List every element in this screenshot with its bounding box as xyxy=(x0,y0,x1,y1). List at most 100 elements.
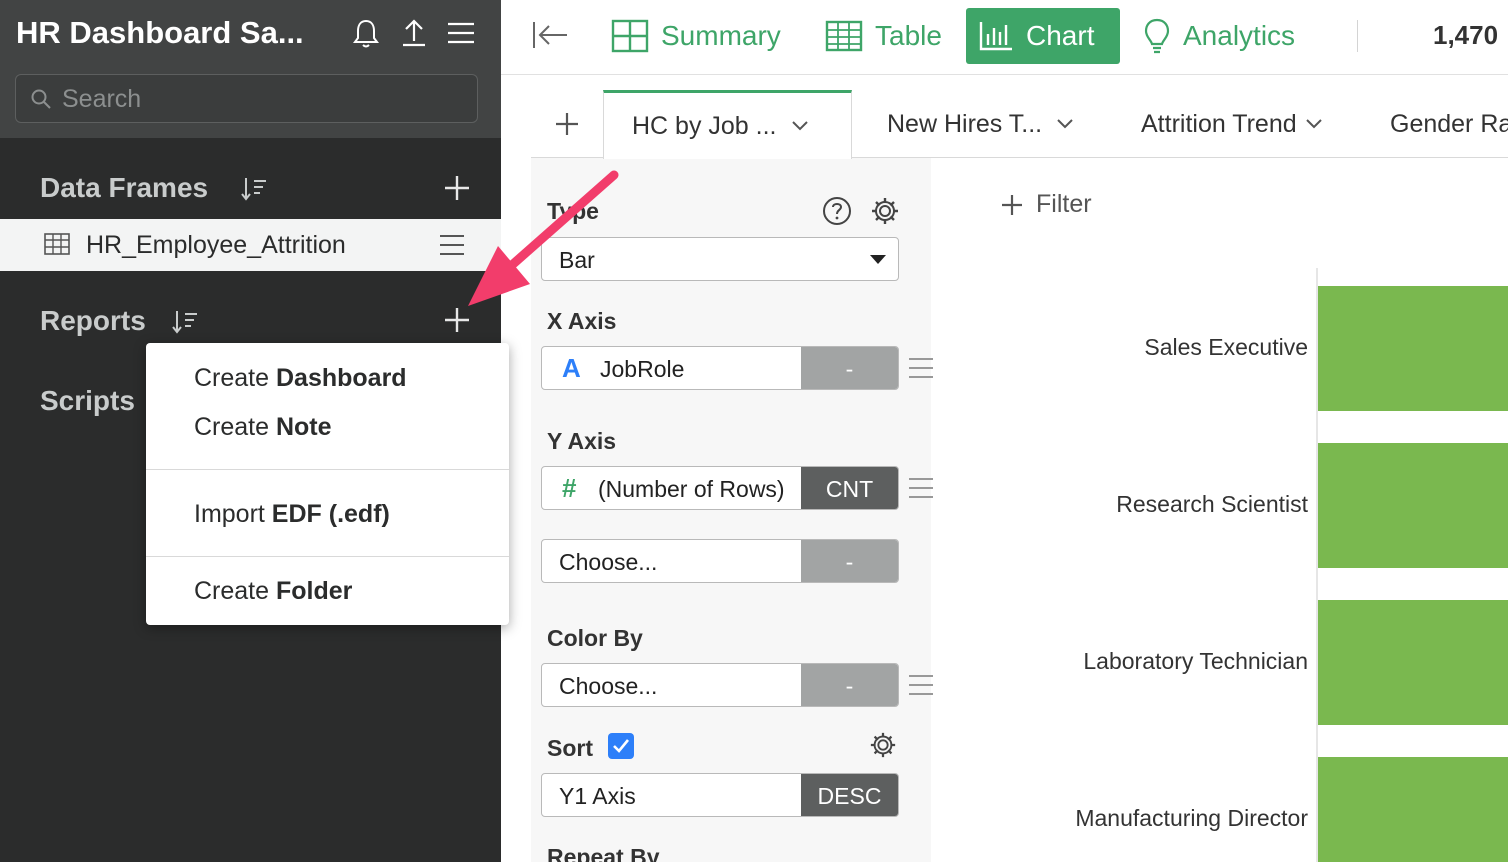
menu-divider xyxy=(146,469,509,470)
category-label: Sales Executive xyxy=(1144,334,1308,360)
table-icon xyxy=(44,233,70,255)
table-button[interactable]: Table xyxy=(813,8,954,64)
chart-tabs: HC by Job ... New Hires T... Attrition T… xyxy=(531,90,1508,159)
number-type-icon: # xyxy=(562,473,577,503)
chart-label: Chart xyxy=(1026,20,1095,51)
table-view-icon xyxy=(825,20,863,52)
collapse-sidebar-icon[interactable] xyxy=(531,20,569,50)
filter-label: Filter xyxy=(1036,190,1092,218)
row-count: 1,470 xyxy=(1433,20,1499,50)
top-toolbar: Summary Table Chart Analytics 1,470 xyxy=(501,0,1508,75)
search-field[interactable] xyxy=(15,74,478,123)
data-frame-item[interactable]: HR_Employee_Attrition xyxy=(0,219,501,271)
data-frames-title: Data Frames xyxy=(40,172,209,203)
x-axis-label: X Axis xyxy=(547,308,617,334)
add-data-frame-button[interactable] xyxy=(439,170,475,206)
filter-button[interactable]: Filter xyxy=(1000,190,1092,219)
repeat-by-label: Repeat By xyxy=(547,844,660,862)
add-chart-tab-button[interactable] xyxy=(531,90,603,158)
tab-hc-by-job[interactable]: HC by Job ... xyxy=(603,90,852,159)
analytics-button[interactable]: Analytics xyxy=(1131,8,1307,64)
scripts-title: Scripts xyxy=(40,385,135,416)
menu-divider xyxy=(146,556,509,557)
summary-label: Summary xyxy=(661,20,781,51)
gear-icon[interactable] xyxy=(870,196,900,226)
menu-icon[interactable] xyxy=(445,16,477,50)
tab-attrition-trend[interactable]: Attrition Trend xyxy=(1141,90,1323,158)
sidebar-header: HR Dashboard Sa... xyxy=(0,0,501,138)
sort-settings-gear-icon[interactable] xyxy=(869,731,897,759)
y-axis-label: Y Axis xyxy=(547,428,617,454)
chevron-down-icon xyxy=(791,121,808,131)
y2-axis-field[interactable]: Choose... - xyxy=(541,539,899,583)
menu-create-dashboard[interactable]: Create Dashboard xyxy=(194,364,407,393)
chart-button[interactable]: Chart xyxy=(966,8,1120,64)
tab-gender-ratio[interactable]: Gender Ra xyxy=(1390,90,1508,158)
category-label: Manufacturing Director xyxy=(1075,805,1308,831)
sort-label: Sort xyxy=(547,735,593,761)
bar[interactable] xyxy=(1318,600,1508,725)
plus-icon xyxy=(445,176,469,200)
y-axis-field-name: (Number of Rows) xyxy=(598,476,785,502)
type-label: Type xyxy=(547,198,599,224)
plus-icon xyxy=(445,308,469,332)
table-label: Table xyxy=(875,20,942,51)
create-menu: Create Dashboard Create Note Import EDF … xyxy=(146,343,509,625)
menu-create-folder[interactable]: Create Folder xyxy=(194,577,352,606)
search-icon xyxy=(31,89,51,109)
tab-new-hires[interactable]: New Hires T... xyxy=(887,90,1074,158)
sort-field-name: Y1 Axis xyxy=(559,783,636,809)
add-report-button[interactable] xyxy=(439,302,475,338)
reports-title: Reports xyxy=(40,305,146,336)
summary-button[interactable]: Summary xyxy=(599,8,793,64)
x-axis-field[interactable]: A JobRole - xyxy=(541,346,899,390)
data-frame-menu-icon[interactable] xyxy=(438,233,466,257)
bar[interactable] xyxy=(1318,757,1508,862)
chevron-down-icon xyxy=(1305,119,1322,129)
category-label: Laboratory Technician xyxy=(1083,648,1308,674)
chevron-down-icon xyxy=(1057,119,1073,129)
checkmark-icon xyxy=(613,739,630,753)
help-icon[interactable] xyxy=(822,196,852,226)
x-axis-field-name: JobRole xyxy=(600,356,685,382)
upload-icon[interactable] xyxy=(398,16,430,50)
app-title[interactable]: HR Dashboard Sa... xyxy=(16,15,304,51)
summary-icon xyxy=(611,19,649,53)
data-frame-name: HR_Employee_Attrition xyxy=(86,231,346,259)
search-input[interactable] xyxy=(62,83,462,115)
sort-icon[interactable] xyxy=(240,176,268,202)
y-axis-menu-icon[interactable] xyxy=(908,477,934,499)
y-axis-aggregation[interactable]: CNT xyxy=(801,467,898,509)
lightbulb-icon xyxy=(1144,18,1170,54)
bar[interactable] xyxy=(1318,286,1508,411)
sort-order[interactable]: DESC xyxy=(801,774,898,816)
plus-icon xyxy=(1002,194,1022,215)
menu-import-edf[interactable]: Import EDF (.edf) xyxy=(194,500,390,529)
x-axis-menu-icon[interactable] xyxy=(908,357,934,379)
color-by-field-name: Choose... xyxy=(559,673,658,699)
chart-type-select[interactable]: Bar xyxy=(541,237,899,281)
bar[interactable] xyxy=(1318,443,1508,568)
category-label: Research Scientist xyxy=(1116,491,1308,517)
y-axis-field[interactable]: # (Number of Rows) CNT xyxy=(541,466,899,510)
color-by-field[interactable]: Choose... - xyxy=(541,663,899,707)
x-axis-aggregation[interactable]: - xyxy=(801,347,898,389)
chart-icon xyxy=(979,22,1012,51)
plus-icon xyxy=(556,113,578,135)
y2-axis-aggregation[interactable]: - xyxy=(801,540,898,582)
sort-checkbox[interactable] xyxy=(608,733,634,759)
caret-down-icon xyxy=(870,255,886,264)
toolbar-divider xyxy=(1357,20,1358,52)
text-type-icon: A xyxy=(562,353,581,383)
color-by-aggregation[interactable]: - xyxy=(801,664,898,706)
color-by-menu-icon[interactable] xyxy=(908,674,934,696)
sort-field[interactable]: Y1 Axis DESC xyxy=(541,773,899,817)
analytics-label: Analytics xyxy=(1183,20,1296,51)
bell-icon[interactable] xyxy=(350,16,382,50)
y2-axis-field-name: Choose... xyxy=(559,549,658,575)
menu-create-note[interactable]: Create Note xyxy=(194,413,332,442)
color-by-label: Color By xyxy=(547,625,643,651)
chart-type-value: Bar xyxy=(559,247,595,273)
reports-sort-icon[interactable] xyxy=(171,309,199,335)
bar-chart: Sales Executive Research Scientist Laborat… xyxy=(1075,268,1508,862)
